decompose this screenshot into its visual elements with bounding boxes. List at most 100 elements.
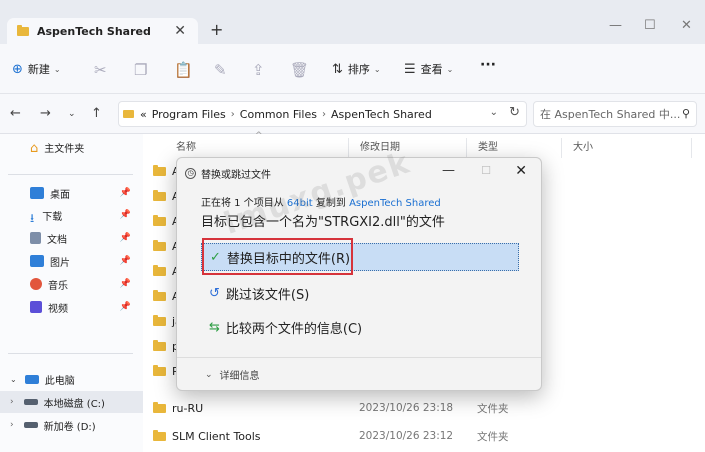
paste-icon: 📋 [174, 61, 193, 79]
column-divider[interactable] [561, 138, 562, 158]
breadcrumb-program-files[interactable]: Program Files [152, 108, 226, 121]
pin-icon[interactable]: 📌 [120, 302, 131, 312]
sidebar-item-home[interactable]: ⌂ 主文件夹 [0, 136, 143, 158]
drive-icon [23, 399, 38, 405]
table-row[interactable]: SLM Client Tools 2023/10/26 23:12 文件夹 [153, 424, 701, 448]
sidebar-item-label: 本地磁盘 (C:) [43, 398, 105, 410]
table-row[interactable]: ru-RU 2023/10/26 23:18 文件夹 [153, 396, 701, 420]
option-label: 跳过该文件(S) [225, 287, 310, 303]
more-options-button[interactable]: ··· [480, 57, 496, 73]
copy-button[interactable]: ❐ [134, 61, 147, 79]
dialog-maximize-button: ☐ [481, 164, 491, 177]
dialog-close-button[interactable]: ✕ [515, 163, 527, 179]
column-header-name[interactable]: 名称 [176, 138, 196, 153]
sidebar-item-label: 图片 [50, 257, 70, 269]
sidebar-item-drive-d[interactable]: › 新加卷 (D:) [0, 414, 143, 436]
search-icon: ⚲ [681, 107, 690, 120]
file-name: ru-RU [172, 401, 204, 415]
sidebar-item-documents[interactable]: 文档 📌 [0, 227, 143, 249]
tab-bar: AspenTech Shared ✕ + — ☐ ✕ [0, 0, 705, 44]
rename-button[interactable]: ✎ [214, 61, 227, 79]
more-details-toggle[interactable]: ⌄ 详细信息 [205, 367, 260, 383]
option-label: 替换目标中的文件(R) [226, 251, 351, 267]
pin-icon[interactable]: 📌 [120, 210, 131, 220]
video-icon [30, 301, 42, 313]
status-text: 复制到 [315, 198, 346, 209]
back-arrow-icon[interactable]: ← [10, 106, 21, 121]
maximize-button[interactable]: ☐ [644, 18, 656, 33]
sidebar-item-label: 音乐 [48, 280, 68, 292]
column-divider[interactable] [691, 138, 692, 158]
sidebar-item-drive-c[interactable]: › 本地磁盘 (C:) [0, 391, 143, 413]
sidebar-item-label: 下载 [42, 211, 63, 223]
column-header-type[interactable]: 类型 [478, 138, 498, 153]
file-type: 文件夹 [477, 402, 509, 415]
dialog-title-bar[interactable]: ◷ 替换或跳过文件 — ☐ ✕ [177, 158, 541, 188]
document-icon [30, 232, 41, 244]
chevron-down-icon[interactable]: ⌄ [490, 107, 498, 118]
pin-icon[interactable]: 📌 [120, 279, 131, 289]
cut-button[interactable]: ✂ [94, 61, 107, 79]
address-bar[interactable]: « Program Files › Common Files › AspenTe… [118, 101, 527, 127]
share-button[interactable]: ⇪ [252, 61, 265, 79]
destination-folder-link[interactable]: AspenTech Shared [349, 198, 441, 209]
sidebar-item-music[interactable]: 音乐 📌 [0, 273, 143, 295]
tab-label: AspenTech Shared [37, 24, 151, 38]
source-folder-link[interactable]: 64bit [287, 198, 313, 209]
forward-arrow-icon[interactable]: → [40, 106, 51, 121]
address-row: ← → ⌄ ↑ « Program Files › Common Files ›… [0, 94, 705, 134]
folder-icon [153, 264, 166, 276]
breadcrumb-overflow[interactable]: « [140, 108, 147, 121]
new-tab-button[interactable]: + [210, 20, 223, 39]
up-arrow-icon[interactable]: ↑ [91, 106, 102, 121]
skip-file-option[interactable]: ↺ 跳过该文件(S) [201, 279, 519, 307]
replace-file-option[interactable]: ✓ 替换目标中的文件(R) [201, 243, 519, 271]
close-tab-icon[interactable]: ✕ [174, 23, 186, 39]
breadcrumb-aspentech-shared[interactable]: AspenTech Shared [331, 108, 432, 121]
refresh-icon[interactable]: ↻ [509, 105, 520, 120]
recent-chevron-icon[interactable]: ⌄ [68, 109, 76, 119]
sort-icon: ⇅ [332, 61, 343, 77]
share-icon: ⇪ [252, 61, 265, 79]
divider [8, 353, 133, 354]
new-button[interactable]: ⊕ 新建 ⌄ [12, 61, 61, 77]
sort-ascending-icon: ^ [255, 131, 263, 141]
column-divider[interactable] [466, 138, 467, 158]
download-icon: ⭳ [30, 211, 35, 225]
search-input[interactable]: 在 AspenTech Shared 中... ⚲ [533, 101, 697, 127]
sidebar-item-pictures[interactable]: 图片 📌 [0, 250, 143, 272]
close-window-button[interactable]: ✕ [681, 18, 692, 33]
pin-icon[interactable]: 📌 [120, 256, 131, 266]
sidebar-item-this-pc[interactable]: ⌄ 此电脑 [0, 368, 143, 390]
column-divider[interactable] [348, 138, 349, 158]
sidebar-item-downloads[interactable]: ⭳ 下载 📌 [0, 204, 143, 226]
folder-icon [153, 339, 166, 351]
dialog-title: 替换或跳过文件 [201, 169, 271, 181]
chevron-down-icon: ⌄ [373, 64, 381, 74]
pin-icon[interactable]: 📌 [120, 233, 131, 243]
sidebar-item-videos[interactable]: 视频 📌 [0, 296, 143, 318]
dialog-minimize-button[interactable]: — [442, 163, 455, 178]
chevron-down-icon: ⌄ [10, 374, 17, 384]
minimize-button[interactable]: — [609, 18, 622, 33]
sidebar-item-desktop[interactable]: 桌面 📌 [0, 182, 143, 204]
paste-button[interactable]: 📋 [174, 61, 193, 79]
folder-icon [153, 239, 166, 251]
option-label: 比较两个文件的信息(C) [225, 321, 363, 337]
column-header-size[interactable]: 大小 [573, 138, 593, 153]
delete-button[interactable]: 🗑 [290, 61, 309, 79]
compare-files-option[interactable]: ⇆ 比较两个文件的信息(C) [201, 313, 519, 341]
view-icon: ☰ [404, 61, 416, 77]
view-button[interactable]: ☰ 查看 ⌄ [404, 61, 453, 77]
sort-button[interactable]: ⇅ 排序 ⌄ [332, 61, 381, 77]
rename-icon: ✎ [214, 61, 227, 79]
undo-arrow-icon: ↺ [209, 285, 220, 301]
folder-icon [153, 289, 166, 301]
chevron-right-icon: › [10, 397, 14, 407]
folder-icon [123, 110, 134, 118]
tab-aspentech-shared[interactable]: AspenTech Shared ✕ [7, 18, 198, 44]
column-header-date[interactable]: 修改日期 [360, 138, 400, 153]
breadcrumb-common-files[interactable]: Common Files [240, 108, 317, 121]
pin-icon[interactable]: 📌 [120, 188, 131, 198]
view-label: 查看 [420, 63, 443, 76]
